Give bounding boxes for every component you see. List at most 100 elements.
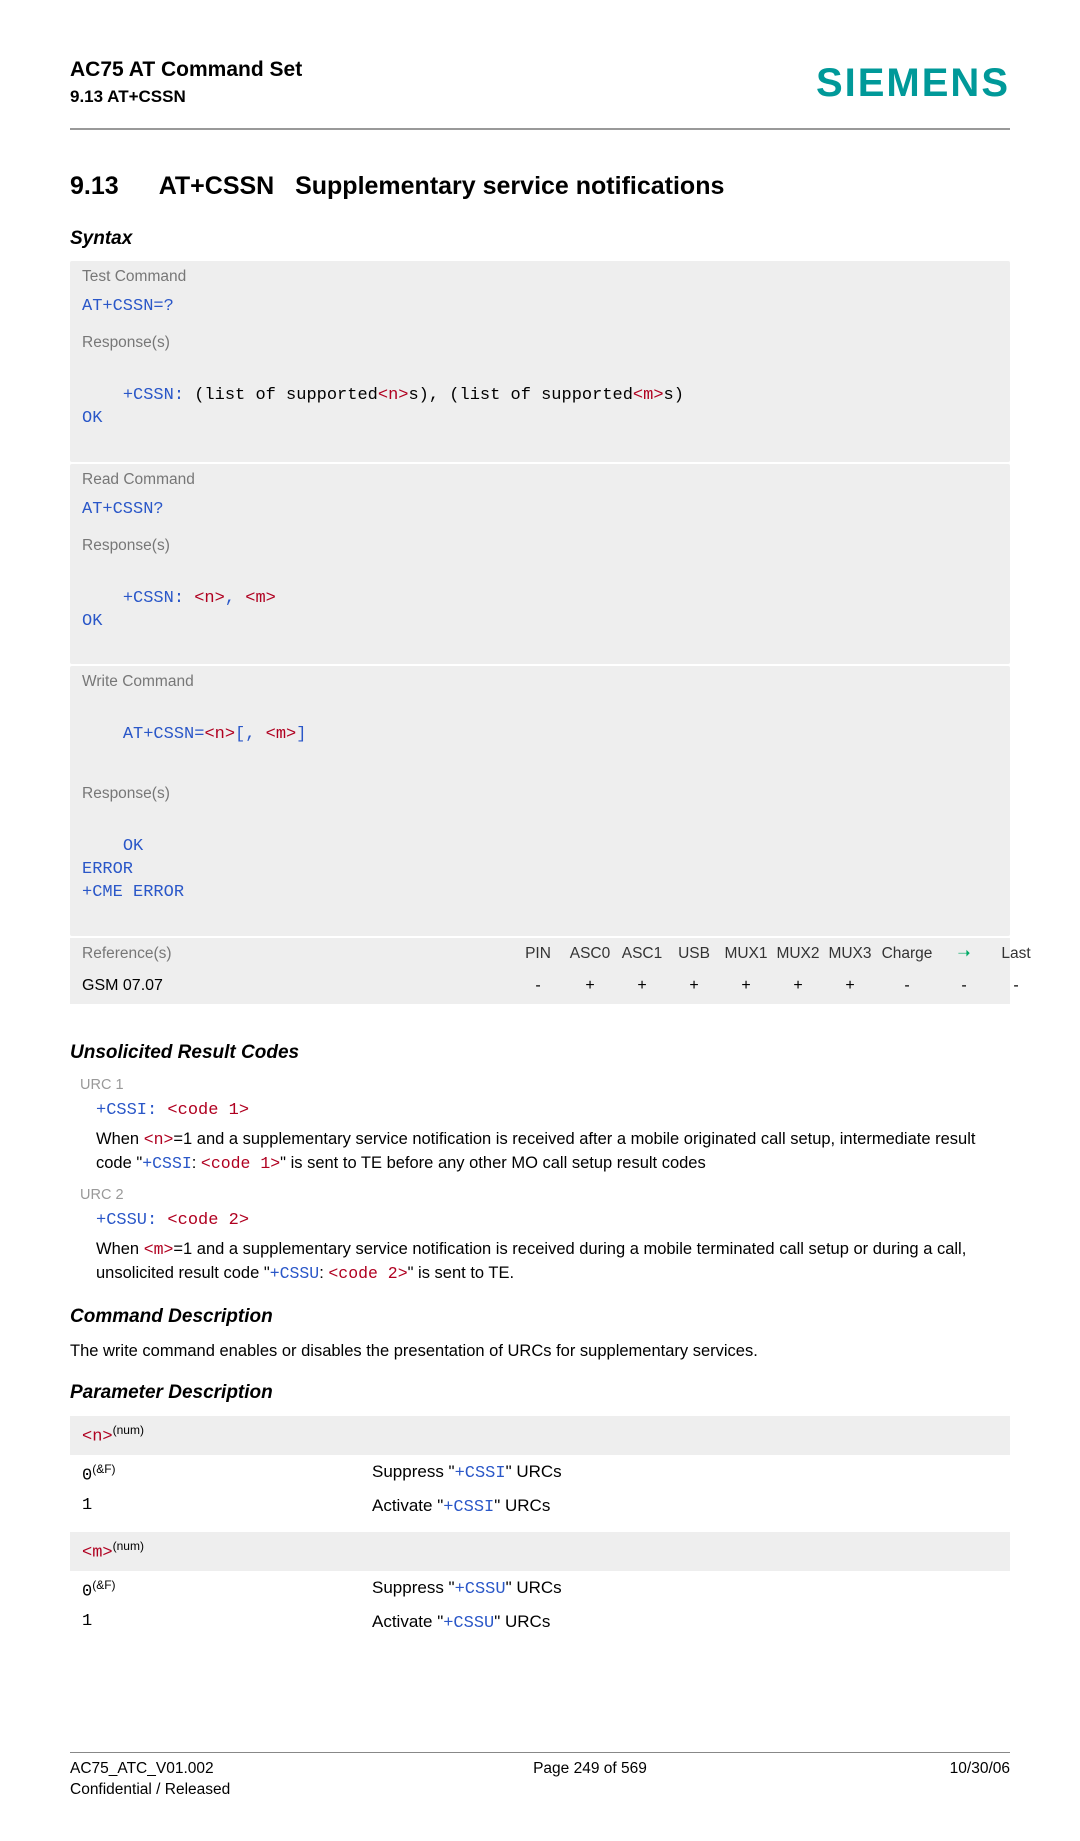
write-mid: [, bbox=[235, 725, 266, 744]
pn1d3: " URCs bbox=[494, 1496, 550, 1515]
cmddesc-text: The write command enables or disables th… bbox=[70, 1340, 1010, 1362]
param-n-0-desc: Suppress "+CSSI" URCs bbox=[372, 1461, 562, 1489]
urc1-code: +CSSI: <code 1> bbox=[96, 1100, 1010, 1123]
write-response-label: Response(s) bbox=[70, 778, 1010, 809]
read-m: <m> bbox=[245, 589, 276, 608]
col-asc1: ASC1 bbox=[616, 944, 668, 965]
reference-name: GSM 07.07 bbox=[82, 975, 512, 997]
pm0: 0 bbox=[82, 1583, 92, 1602]
urc2-prefix: +CSSU: bbox=[96, 1211, 167, 1230]
resp-text1: (list of supported bbox=[194, 386, 378, 405]
col-arrow-icon: ➝ bbox=[938, 944, 990, 965]
footer-left: AC75_ATC_V01.002 Confidential / Released bbox=[70, 1759, 230, 1801]
page-footer: AC75_ATC_V01.002 Confidential / Released… bbox=[70, 1759, 1010, 1801]
val-0: - bbox=[512, 975, 564, 997]
param-m-box: <m>(num) bbox=[70, 1532, 1010, 1572]
pm0-sup: (&F) bbox=[92, 1578, 115, 1592]
param-m-0-row: 0(&F) Suppress "+CSSU" URCs bbox=[82, 1577, 1010, 1605]
val-4: + bbox=[720, 975, 772, 997]
urc2-code2: <code 2> bbox=[328, 1264, 407, 1283]
urc2-param: <code 2> bbox=[167, 1211, 249, 1230]
reference-label: Reference(s) bbox=[82, 944, 512, 965]
param-m-1-desc: Activate "+CSSU" URCs bbox=[372, 1611, 550, 1636]
val-8: - bbox=[938, 975, 990, 997]
read-response: +CSSN: <n>, <m>OK bbox=[70, 561, 1010, 665]
write-end: ] bbox=[296, 725, 306, 744]
param-m-sup: (num) bbox=[113, 1539, 144, 1553]
urc1-colon: : bbox=[192, 1154, 201, 1172]
section-number: 9.13 bbox=[70, 170, 119, 204]
param-n-label: <n> bbox=[82, 1427, 113, 1446]
footer-left1: AC75_ATC_V01.002 bbox=[70, 1759, 230, 1780]
urc1-t1: When bbox=[96, 1130, 144, 1148]
urc2-colon: : bbox=[319, 1264, 328, 1282]
test-command: AT+CSSN=? bbox=[70, 292, 1010, 327]
urc2-cssu: +CSSU bbox=[270, 1264, 320, 1283]
write-command: AT+CSSN=<n>[, <m>] bbox=[70, 697, 1010, 778]
footer-right: 10/30/06 bbox=[950, 1759, 1010, 1801]
pn1d1: Activate " bbox=[372, 1496, 443, 1515]
urc-heading: Unsolicited Result Codes bbox=[70, 1040, 1010, 1066]
test-response: +CSSN: (list of supported<n>s), (list of… bbox=[70, 358, 1010, 462]
pm1d1: Activate " bbox=[372, 1612, 443, 1631]
test-response-label: Response(s) bbox=[70, 327, 1010, 358]
param-m-1: 1 bbox=[82, 1611, 372, 1636]
read-command: AT+CSSN? bbox=[70, 495, 1010, 530]
write-error: ERROR bbox=[82, 860, 133, 879]
section-title: 9.13 AT+CSSN Supplementary service notif… bbox=[70, 170, 1010, 204]
header-rule bbox=[70, 128, 1010, 130]
param-n-1-desc: Activate "+CSSI" URCs bbox=[372, 1495, 550, 1520]
urc1-code1: <code 1> bbox=[201, 1154, 280, 1173]
pn0-sup: (&F) bbox=[92, 1462, 115, 1476]
section-name: Supplementary service notifications bbox=[295, 172, 724, 200]
pn0d1: Suppress " bbox=[372, 1462, 455, 1481]
param-n-1-row: 1 Activate "+CSSI" URCs bbox=[82, 1495, 1010, 1520]
col-mux1: MUX1 bbox=[720, 944, 772, 965]
write-pre: AT+CSSN= bbox=[123, 725, 205, 744]
read-response-label: Response(s) bbox=[70, 530, 1010, 561]
val-7: - bbox=[876, 975, 938, 997]
param-m-0: 0(&F) bbox=[82, 1577, 372, 1605]
col-last: Last bbox=[990, 944, 1042, 965]
urc2-label: URC 2 bbox=[80, 1186, 1010, 1206]
write-ok: OK bbox=[123, 837, 143, 856]
col-mux3: MUX3 bbox=[824, 944, 876, 965]
doc-subtitle: 9.13 AT+CSSN bbox=[70, 86, 302, 109]
write-cme: +CME ERROR bbox=[82, 883, 184, 902]
reference-header-row: Reference(s) PIN ASC0 ASC1 USB MUX1 MUX2… bbox=[70, 938, 1010, 971]
pn0d2: +CSSI bbox=[455, 1464, 506, 1483]
val-9: - bbox=[990, 975, 1042, 997]
urc1-label: URC 1 bbox=[80, 1076, 1010, 1096]
read-ok: OK bbox=[82, 612, 102, 631]
reference-values: - + + + + + + - - - bbox=[512, 975, 1042, 997]
reference-cols: PIN ASC0 ASC1 USB MUX1 MUX2 MUX3 Charge … bbox=[512, 944, 1042, 965]
urc1-t3: " is sent to TE before any other MO call… bbox=[280, 1154, 706, 1172]
read-n: <n> bbox=[194, 589, 225, 608]
urc1-prefix: +CSSI: bbox=[96, 1101, 167, 1120]
val-5: + bbox=[772, 975, 824, 997]
urc1-n: <n> bbox=[144, 1130, 174, 1149]
write-response: OK ERROR +CME ERROR bbox=[70, 809, 1010, 936]
write-command-box: Write Command AT+CSSN=<n>[, <m>] Respons… bbox=[70, 666, 1010, 935]
pm0d3: " URCs bbox=[506, 1578, 562, 1597]
footer-left2: Confidential / Released bbox=[70, 1780, 230, 1801]
cmddesc-heading: Command Description bbox=[70, 1304, 1010, 1330]
val-3: + bbox=[668, 975, 720, 997]
col-mux2: MUX2 bbox=[772, 944, 824, 965]
pn0d3: " URCs bbox=[506, 1462, 562, 1481]
write-m: <m> bbox=[266, 725, 297, 744]
urc2-text: When <m>=1 and a supplementary service n… bbox=[96, 1238, 1010, 1286]
header-left: AC75 AT Command Set 9.13 AT+CSSN bbox=[70, 56, 302, 109]
write-command-label: Write Command bbox=[70, 666, 1010, 697]
param-n-box: <n>(num) bbox=[70, 1416, 1010, 1456]
val-2: + bbox=[616, 975, 668, 997]
resp-n: <n> bbox=[378, 386, 409, 405]
col-asc0: ASC0 bbox=[564, 944, 616, 965]
resp-ok: OK bbox=[82, 409, 102, 428]
test-command-label: Test Command bbox=[70, 261, 1010, 292]
urc2-m: <m> bbox=[144, 1240, 174, 1259]
doc-title: AC75 AT Command Set bbox=[70, 56, 302, 84]
urc1-param: <code 1> bbox=[167, 1101, 249, 1120]
resp-m: <m> bbox=[633, 386, 664, 405]
brand-logo: SIEMENS bbox=[816, 56, 1010, 110]
